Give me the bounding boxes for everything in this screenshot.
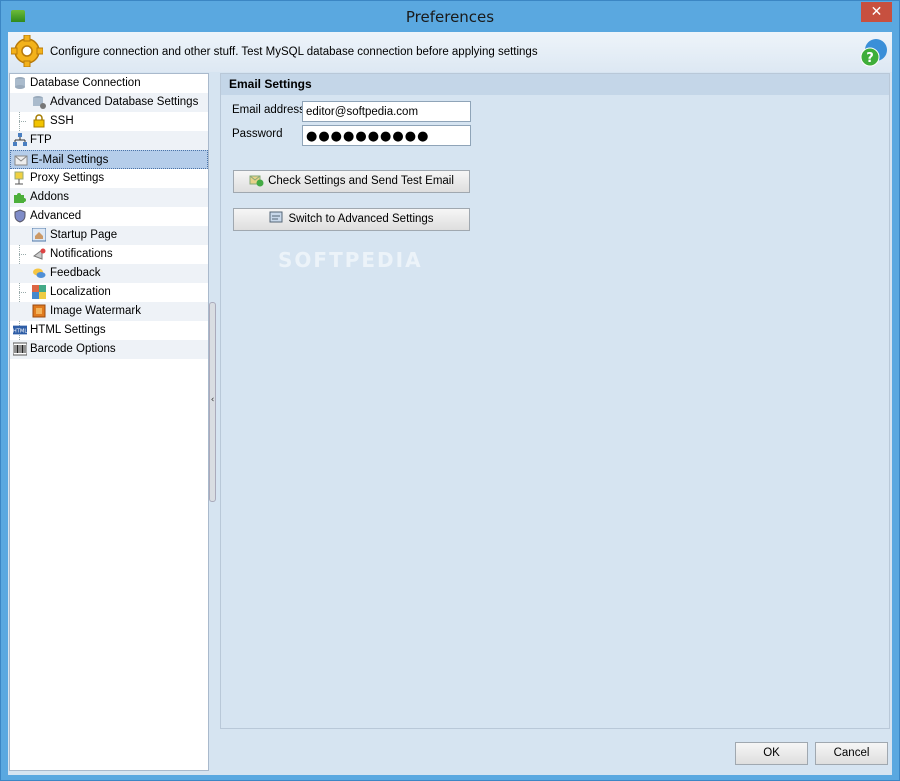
database-settings-icon [33,96,46,109]
tree-item-label: Feedback [50,267,101,279]
header-description: Configure connection and other stuff. Te… [50,46,538,58]
ok-button[interactable]: OK [735,742,808,765]
settings-switch-icon [269,211,283,223]
tree-item-label: SSH [50,115,74,127]
tree-item-label: Advanced Database Settings [50,96,199,108]
tree-item-ftp[interactable]: FTP [10,131,208,150]
tree-item-label: Image Watermark [50,305,141,317]
network-icon [13,133,27,146]
image-icon [32,304,46,318]
tree-item-barcode-options[interactable]: Barcode Options [10,340,208,359]
tree-item-label: Database Connection [30,77,141,89]
localization-icon [32,285,46,299]
tree-item-label: Notifications [50,248,113,260]
settings-tree[interactable]: Database Connection Advanced Database Se… [9,73,209,771]
softpedia-watermark: SOFTPEDIA [278,248,423,272]
preferences-window: Preferences ✕ Configure connection and o… [0,0,900,781]
html-icon: HTML [13,325,27,335]
shield-icon [14,209,26,223]
tree-item-label: E-Mail Settings [31,154,109,166]
barcode-icon [13,342,27,356]
tree-item-addons[interactable]: Addons [10,188,208,207]
cancel-button[interactable]: Cancel [815,742,888,765]
tree-item-label: Localization [50,286,111,298]
check-settings-button[interactable]: Check Settings and Send Test Email [233,170,470,193]
tree-item-label: Addons [30,191,70,203]
collapse-arrow-icon[interactable]: ‹ [210,395,215,405]
tree-item-ssh[interactable]: SSH [10,112,208,131]
envelope-icon [14,155,28,166]
tree-item-startup-page[interactable]: Startup Page [10,226,208,245]
gear-icon [11,35,43,67]
switch-advanced-button[interactable]: Switch to Advanced Settings [233,208,470,231]
tree-item-advanced[interactable]: Advanced [10,207,208,226]
notification-icon [32,248,46,260]
password-label: Password [232,128,283,140]
header-banner: Configure connection and other stuff. Te… [8,32,892,72]
tree-item-label: HTML Settings [30,324,106,336]
tree-item-notifications[interactable]: Notifications [10,245,208,264]
tree-item-label: Advanced [30,210,82,222]
window-title: Preferences [405,8,495,26]
client-area: Configure connection and other stuff. Te… [8,32,892,775]
tree-item-label: Proxy Settings [30,172,105,184]
tree-item-html-settings[interactable]: HTML HTML Settings [10,321,208,340]
tree-item-label: Startup Page [50,229,118,241]
lock-icon [33,114,45,128]
database-icon [15,77,25,89]
panel-title: Email Settings [221,74,889,95]
tree-item-label: FTP [30,134,52,146]
feedback-icon [33,268,46,278]
email-input[interactable] [302,101,471,122]
tree-item-image-watermark[interactable]: Image Watermark [10,302,208,321]
check-email-icon [249,175,264,187]
email-settings-panel: Email Settings Email address Password ●●… [220,73,890,729]
tree-item-database-connection[interactable]: Database Connection [10,74,208,93]
switch-advanced-label: Switch to Advanced Settings [288,213,434,225]
title-bar[interactable]: Preferences ✕ [1,1,899,32]
tree-item-feedback[interactable]: Feedback [10,264,208,283]
tree-item-label: Barcode Options [30,343,116,355]
email-label: Email address [232,104,305,116]
svg-text:?: ? [866,51,874,66]
tree-item-email-settings[interactable]: E-Mail Settings [10,150,208,169]
proxy-icon [14,171,24,185]
tree-item-proxy-settings[interactable]: Proxy Settings [10,169,208,188]
svg-text:HTML: HTML [13,329,27,335]
tree-item-localization[interactable]: Localization [10,283,208,302]
home-page-icon [32,228,46,242]
close-button[interactable]: ✕ [861,2,892,22]
check-settings-label: Check Settings and Send Test Email [268,175,454,187]
password-mask: ●●●●●●●●●● [306,129,430,144]
panel-splitter[interactable]: ‹ [209,302,216,502]
tree-item-advanced-database-settings[interactable]: Advanced Database Settings [10,93,208,112]
puzzle-icon [14,193,26,203]
help-icon[interactable]: ? [859,38,889,68]
